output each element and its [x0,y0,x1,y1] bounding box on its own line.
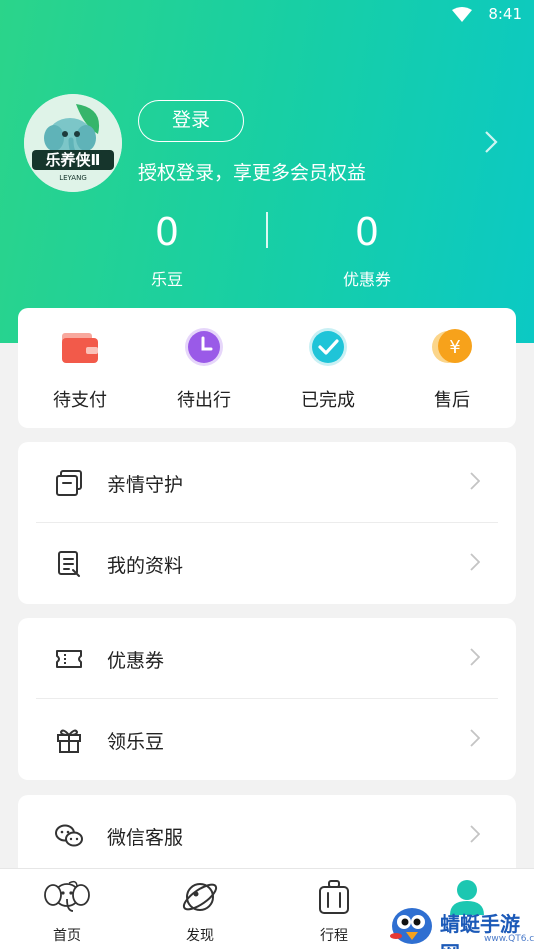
wallet-icon [62,333,98,363]
stat-ledou[interactable]: 0 乐豆 [107,210,227,290]
check-circle-icon [309,328,347,366]
chevron-right-icon [470,729,480,747]
svg-text:乐养侠Ⅱ: 乐养侠Ⅱ [46,151,101,169]
chevron-right-icon[interactable] [484,130,498,154]
gift-icon [57,729,81,753]
status-time: 8:41 [488,5,522,23]
order-after-sales[interactable]: ¥ 售后 [402,326,502,412]
tab-label: 首页 [53,928,81,944]
tab-discover[interactable]: 发现 [160,875,240,945]
status-bar: 8:41 [0,0,534,30]
tab-home[interactable]: 首页 [27,875,107,945]
chevron-right-icon [470,553,480,571]
menu-label: 我的资料 [107,555,184,577]
yuan-coin-icon: ¥ [432,329,472,363]
menu-group-2: 优惠券 领乐豆 [18,618,516,780]
menu-group-1: 亲情守护 我的资料 [18,442,516,604]
avatar[interactable]: 乐养侠Ⅱ LEYANG [24,94,122,192]
elephant-logo-icon: 乐养侠Ⅱ LEYANG [24,94,122,192]
svg-text:¥: ¥ [449,337,460,358]
stat-divider [266,212,268,248]
menu-label: 亲情守护 [107,474,184,496]
ticket-icon [56,650,82,668]
menu-item-get-ledou[interactable]: 领乐豆 [18,699,516,779]
menu-item-coupons[interactable]: 优惠券 [18,618,516,698]
tab-itinerary[interactable]: 行程 [294,875,374,945]
elephant-icon [44,880,90,912]
watermark-url: www.QT6.com [484,934,534,944]
chevron-right-icon [470,825,480,843]
wechat-icon [55,824,83,847]
order-label: 售后 [434,390,470,411]
menu-item-my-profile[interactable]: 我的资料 [18,523,516,603]
clock-icon [185,328,223,366]
tab-label: 行程 [320,928,348,944]
order-label: 待出行 [177,390,231,411]
svg-text:LEYANG: LEYANG [59,174,87,182]
login-subtitle[interactable]: 授权登录，享更多会员权益 [138,158,366,185]
menu-item-wechat-service[interactable]: 微信客服 [18,795,516,875]
document-icon [58,551,80,577]
order-completed[interactable]: 已完成 [278,326,378,412]
orders-card: 待支付 待出行 已完成 ¥ 售后 [18,308,516,428]
chevron-right-icon [470,648,480,666]
tab-label: 发现 [186,928,214,944]
stat-value: 0 [154,210,180,254]
order-pending-payment[interactable]: 待支付 [30,326,130,412]
watermark: 蜻蜓手游网 www.QT6.com [388,904,534,949]
login-button[interactable]: 登录 [138,100,244,142]
planet-icon [182,883,218,911]
bird-logo-icon [390,908,432,944]
guard-icon [56,470,82,496]
stat-label: 乐豆 [150,270,183,289]
menu-label: 微信客服 [107,827,184,849]
order-label: 待支付 [53,390,107,411]
stat-coupons[interactable]: 0 优惠券 [307,210,427,290]
wifi-icon [452,7,472,22]
stat-value: 0 [354,210,380,254]
order-upcoming-trip[interactable]: 待出行 [154,326,254,412]
menu-item-family-guard[interactable]: 亲情守护 [18,442,516,522]
menu-label: 优惠券 [107,650,165,672]
stat-label: 优惠券 [342,270,391,289]
order-label: 已完成 [301,390,355,411]
menu-label: 领乐豆 [107,731,165,753]
luggage-icon [319,880,349,914]
chevron-right-icon [470,472,480,490]
